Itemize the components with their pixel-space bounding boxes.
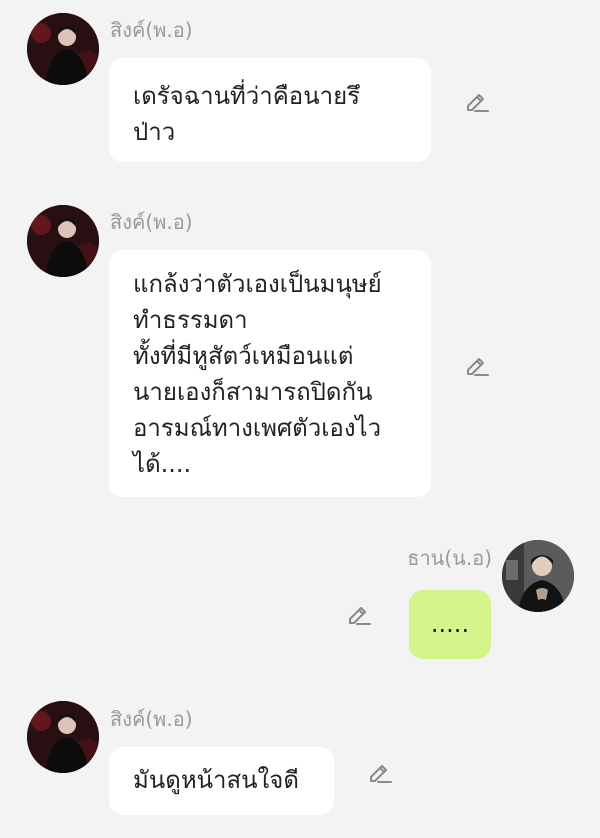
avatar[interactable] <box>27 701 99 773</box>
message-text-line: นายเองก็สามารถปิดกัน <box>133 378 373 406</box>
message-text-line: อารมณ์ทางเพศตัวเองไว <box>133 414 382 442</box>
message-bubble[interactable]: มันดูหน้าสนใจดี <box>109 747 334 815</box>
message-bubble-outgoing[interactable]: ..... <box>409 590 491 659</box>
sender-name: ธาน(น.อ) <box>407 546 492 570</box>
message-bubble[interactable]: เดรัจฉานที่ว่าคือนายรึ ป่าว <box>109 58 431 162</box>
edit-icon[interactable] <box>366 758 394 786</box>
message-text-line: ได้.... <box>133 450 192 478</box>
message-text-line: แกล้งว่าตัวเองเป็นมนุษย์ <box>133 270 382 298</box>
avatar[interactable] <box>27 205 99 277</box>
message-text-line: มันดูหน้าสนใจดี <box>133 766 299 794</box>
message-text-line: ทั้งที่มีหูสัตว์เหมือนแต่ <box>133 342 354 370</box>
edit-icon[interactable] <box>463 87 491 115</box>
sender-name: สิงค์(พ.อ) <box>110 210 193 234</box>
avatar[interactable] <box>27 13 99 85</box>
sender-name: สิงค์(พ.อ) <box>110 18 193 42</box>
message-text-line: ..... <box>430 610 470 638</box>
avatar[interactable] <box>502 540 574 612</box>
message-text-line: ป่าว <box>133 118 176 146</box>
message-bubble[interactable]: แกล้งว่าตัวเองเป็นมนุษย์ ทำธรรมดา ทั้งที… <box>109 250 431 497</box>
message-text-line: ทำธรรมดา <box>133 306 248 334</box>
sender-name: สิงค์(พ.อ) <box>110 707 193 731</box>
edit-icon[interactable] <box>345 600 373 628</box>
edit-icon[interactable] <box>463 351 491 379</box>
message-text-line: เดรัจฉานที่ว่าคือนายรึ <box>133 82 361 110</box>
